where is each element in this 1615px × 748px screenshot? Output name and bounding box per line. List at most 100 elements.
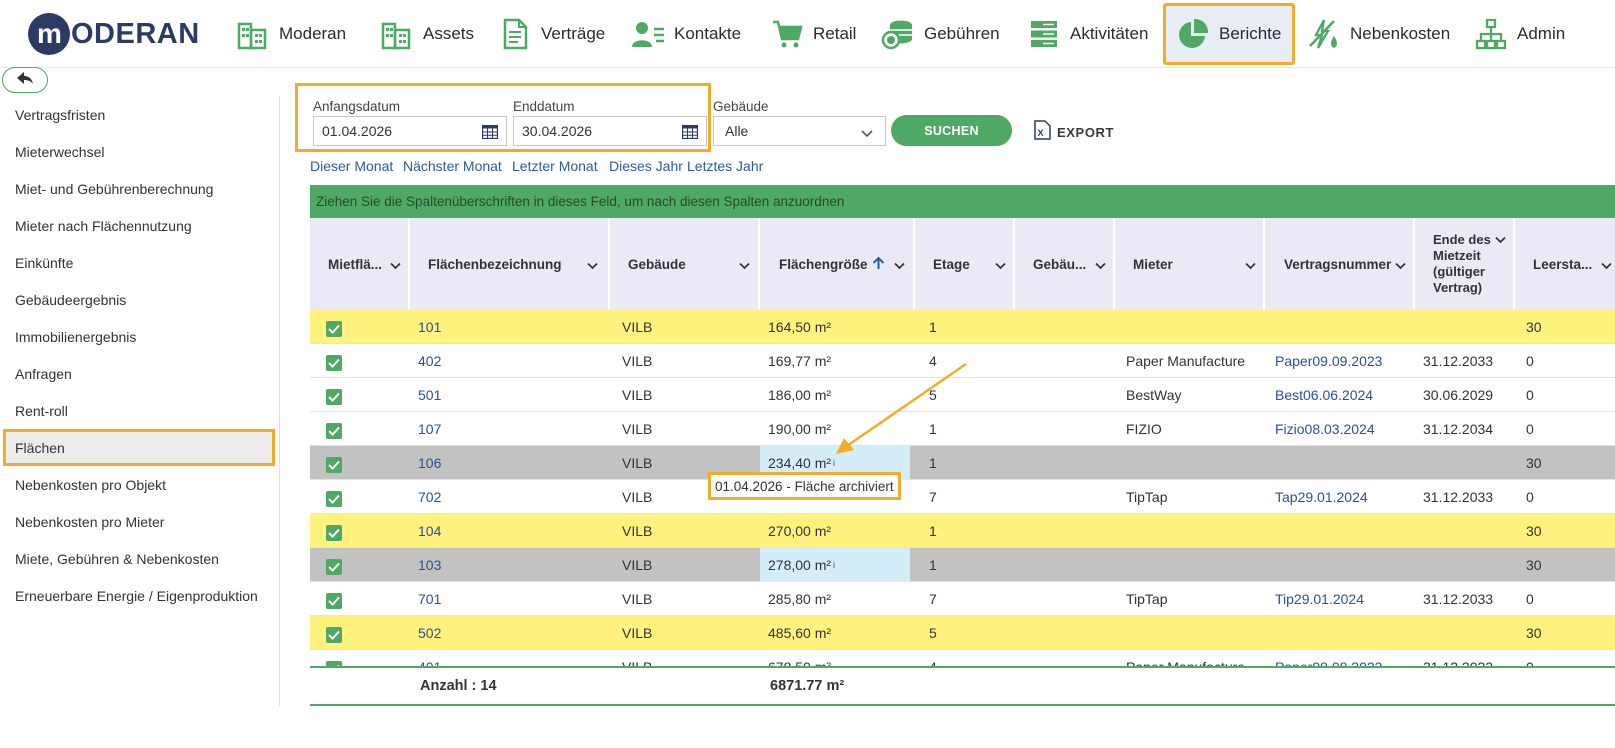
row-checkbox[interactable]: [326, 616, 342, 650]
row-checkbox[interactable]: [326, 344, 342, 378]
nav-vertraege[interactable]: Verträge: [498, 3, 605, 65]
calendar-icon[interactable]: [681, 124, 699, 142]
checkbox-checked-icon[interactable]: [326, 423, 342, 439]
table-row[interactable]: 702 VILB 7 TipTap Tap29.01.2024 31.12.2033 0: [310, 480, 1615, 514]
nav-aktivitaeten[interactable]: Aktivitäten: [1027, 3, 1148, 65]
start-date-field[interactable]: 01.04.2026: [313, 116, 507, 146]
quick-last-year[interactable]: Letztes Jahr: [687, 158, 763, 174]
cell-vertragsnummer[interactable]: Tip29.01.2024: [1275, 582, 1364, 616]
nav-gebuehren[interactable]: Gebühren: [881, 3, 1000, 65]
checkbox-checked-icon[interactable]: [326, 457, 342, 473]
cell-flaechenbezeichnung[interactable]: 103: [418, 548, 441, 582]
cell-flaechenbezeichnung[interactable]: 701: [418, 582, 441, 616]
checkbox-checked-icon[interactable]: [326, 593, 342, 609]
table-row[interactable]: 101 VILB 164,50 m² 1 30: [310, 310, 1615, 344]
column-header-mietflaeche[interactable]: Mietflä...: [310, 218, 410, 310]
nav-assets[interactable]: Assets: [380, 3, 474, 65]
sidebar-item-vertragsfristen[interactable]: Vertragsfristen: [3, 96, 275, 133]
checkbox-checked-icon[interactable]: [326, 559, 342, 575]
cell-flaechenbezeichnung[interactable]: 501: [418, 378, 441, 412]
column-header-leerstand[interactable]: Leersta...: [1515, 218, 1615, 310]
cell-flaechenbezeichnung[interactable]: 106: [418, 446, 441, 480]
row-checkbox[interactable]: [326, 548, 342, 582]
quick-last-month[interactable]: Letzter Monat: [512, 158, 598, 174]
sidebar-item-immobilienergebnis[interactable]: Immobilienergebnis: [3, 318, 275, 355]
nav-nebenkosten[interactable]: Nebenkosten: [1307, 3, 1450, 65]
sidebar-item-anfragen[interactable]: Anfragen: [3, 355, 275, 392]
cell-flaechenbezeichnung[interactable]: 502: [418, 616, 441, 650]
cell-vertragsnummer[interactable]: Paper09.09.2023: [1275, 344, 1382, 378]
nav-admin[interactable]: Admin: [1474, 3, 1565, 65]
moderan-logo[interactable]: m ODERAN: [28, 12, 200, 56]
chevron-down-icon[interactable]: [1245, 258, 1256, 273]
export-button[interactable]: X EXPORT: [1034, 119, 1114, 143]
row-checkbox[interactable]: [326, 412, 342, 446]
chevron-down-icon[interactable]: [995, 258, 1006, 273]
group-by-drop-area[interactable]: Ziehen Sie die Spaltenüberschriften in d…: [310, 185, 1615, 218]
quick-next-month[interactable]: Nächster Monat: [403, 158, 502, 174]
cell-flaechenbezeichnung[interactable]: 101: [418, 310, 441, 344]
checkbox-checked-icon[interactable]: [326, 525, 342, 541]
table-row[interactable]: 502 VILB 485,60 m² 5 30: [310, 616, 1615, 650]
sidebar-item-mietberechnung[interactable]: Miet- und Gebührenberechnung: [3, 170, 275, 207]
sidebar-item-mieter-flaechennutzung[interactable]: Mieter nach Flächennutzung: [3, 207, 275, 244]
table-row[interactable]: 104 VILB 270,00 m² 1 30: [310, 514, 1615, 548]
nav-berichte[interactable]: Berichte: [1163, 3, 1295, 65]
sort-ascending-icon[interactable]: [872, 256, 885, 273]
row-checkbox[interactable]: [326, 582, 342, 616]
chevron-down-icon[interactable]: [1601, 258, 1612, 273]
cell-vertragsnummer[interactable]: Fizio08.03.2024: [1275, 412, 1375, 446]
checkbox-checked-icon[interactable]: [326, 389, 342, 405]
sidebar-item-erneuerbare-energie[interactable]: Erneuerbare Energie / Eigenproduktion: [3, 577, 275, 614]
chevron-down-icon[interactable]: [894, 258, 905, 273]
cell-flaechenbezeichnung[interactable]: 104: [418, 514, 441, 548]
sidebar-item-rent-roll[interactable]: Rent-roll: [3, 392, 275, 429]
nav-retail[interactable]: Retail: [770, 3, 856, 65]
search-button[interactable]: SUCHEN: [891, 115, 1012, 146]
checkbox-checked-icon[interactable]: [326, 355, 342, 371]
column-header-vertragsnummer[interactable]: Vertragsnummer: [1265, 218, 1415, 310]
column-header-flaechenbezeichnung[interactable]: Flächenbezeichnung: [410, 218, 610, 310]
quick-this-month[interactable]: Dieser Monat: [310, 158, 393, 174]
quick-this-year[interactable]: Dieses Jahr: [609, 158, 683, 174]
table-row[interactable]: 103 VILB 278,00 m² i 1 30: [310, 548, 1615, 582]
checkbox-checked-icon[interactable]: [326, 627, 342, 643]
nav-kontakte[interactable]: Kontakte: [631, 3, 741, 65]
chevron-down-icon[interactable]: [739, 258, 750, 273]
column-header-flaechengroesse[interactable]: Flächengröße: [760, 218, 915, 310]
back-button[interactable]: [2, 67, 48, 93]
column-header-etage[interactable]: Etage: [915, 218, 1015, 310]
cell-vertragsnummer[interactable]: Best06.06.2024: [1275, 378, 1373, 412]
sidebar-item-gebaeudeergebnis[interactable]: Gebäudeergebnis: [3, 281, 275, 318]
row-checkbox[interactable]: [326, 446, 342, 480]
sidebar-item-miete-gebuehren-nebenkosten[interactable]: Miete, Gebühren & Nebenkosten: [3, 540, 275, 577]
chevron-down-icon[interactable]: [390, 258, 401, 273]
end-date-field[interactable]: 30.04.2026: [513, 116, 707, 146]
row-checkbox[interactable]: [326, 378, 342, 412]
checkbox-checked-icon[interactable]: [326, 491, 342, 507]
info-marker[interactable]: i: [833, 560, 835, 570]
row-checkbox[interactable]: [326, 514, 342, 548]
calendar-icon[interactable]: [481, 124, 499, 142]
column-header-mieter[interactable]: Mieter: [1115, 218, 1265, 310]
sidebar-item-einkuenfte[interactable]: Einkünfte: [3, 244, 275, 281]
sidebar-item-mieterwechsel[interactable]: Mieterwechsel: [3, 133, 275, 170]
chevron-down-icon[interactable]: [587, 258, 598, 273]
cell-flaechenbezeichnung[interactable]: 702: [418, 480, 441, 514]
row-checkbox[interactable]: [326, 310, 342, 344]
nav-moderan[interactable]: Moderan: [236, 3, 346, 65]
sidebar-item-nebenkosten-mieter[interactable]: Nebenkosten pro Mieter: [3, 503, 275, 540]
cell-flaechenbezeichnung[interactable]: 402: [418, 344, 441, 378]
building-select[interactable]: Alle: [713, 116, 886, 146]
cell-flaechenbezeichnung[interactable]: 107: [418, 412, 441, 446]
sidebar-item-nebenkosten-objekt[interactable]: Nebenkosten pro Objekt: [3, 466, 275, 503]
chevron-down-icon[interactable]: [1095, 258, 1106, 273]
sidebar-item-flaechen[interactable]: Flächen: [3, 429, 275, 466]
chevron-down-icon[interactable]: [1495, 232, 1506, 247]
column-header-gebaeude[interactable]: Gebäude: [610, 218, 760, 310]
checkbox-checked-icon[interactable]: [326, 321, 342, 337]
column-header-gebaeudeteil[interactable]: Gebäu...: [1015, 218, 1115, 310]
column-header-ende-mietzeit[interactable]: Ende des Mietzeit (gültiger Vertrag): [1415, 218, 1515, 310]
chevron-down-icon[interactable]: [1395, 258, 1406, 273]
cell-vertragsnummer[interactable]: Tap29.01.2024: [1275, 480, 1368, 514]
